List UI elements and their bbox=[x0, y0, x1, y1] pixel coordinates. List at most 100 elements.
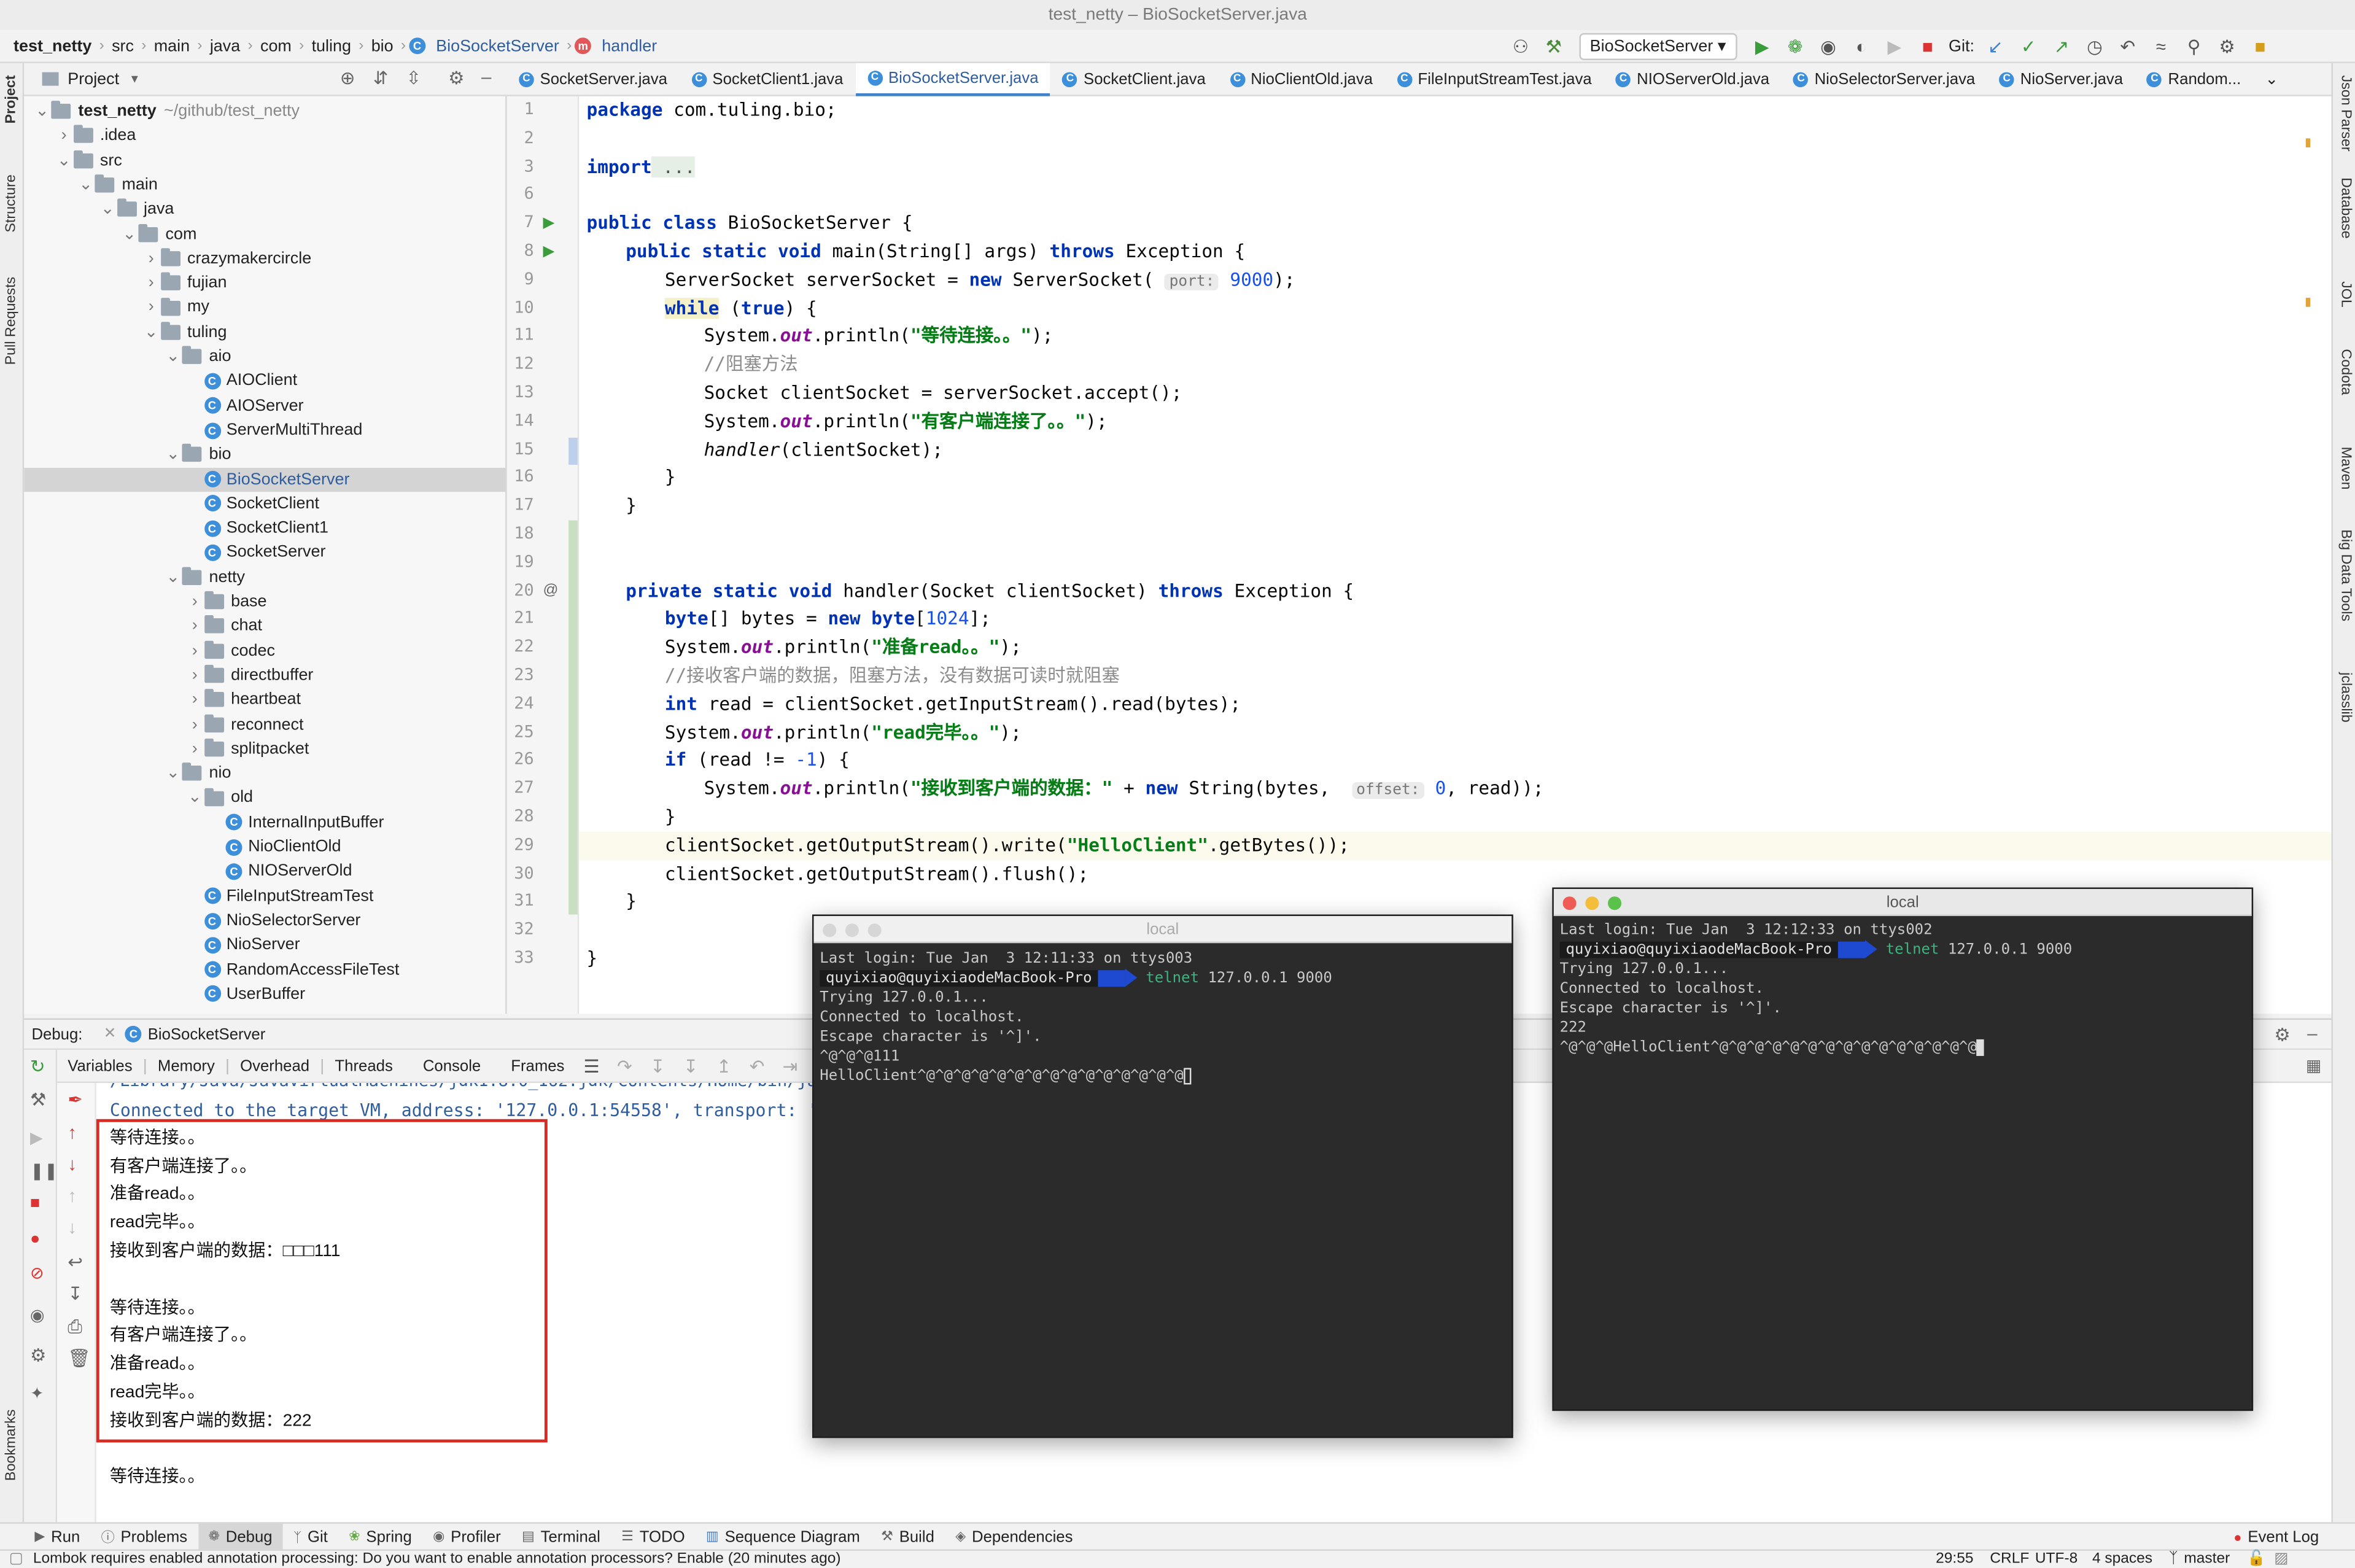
zoom-dot-icon[interactable] bbox=[867, 923, 882, 937]
tree-class[interactable]: C NioServer bbox=[24, 933, 505, 957]
terminal-window-left[interactable]: local Last login: Tue Jan 3 12:11:33 on … bbox=[812, 914, 1513, 1438]
line-number[interactable]: 13 bbox=[507, 382, 533, 402]
line-separator[interactable]: CRLF bbox=[1990, 1551, 2029, 1568]
line-number[interactable]: 29 bbox=[507, 834, 533, 854]
line-number[interactable]: 16 bbox=[507, 467, 533, 486]
tree-class[interactable]: C FileInputStreamTest bbox=[24, 884, 505, 909]
tree-folder[interactable]: ⌄ old bbox=[24, 786, 505, 810]
chevron-down-icon[interactable]: ⌄ bbox=[55, 149, 72, 173]
tree-folder[interactable]: ⌄ com bbox=[24, 222, 505, 246]
editor-tab[interactable]: C SocketClient1.java bbox=[680, 63, 856, 96]
lock-icon[interactable]: 🔓 bbox=[2247, 1551, 2266, 1568]
step-over-icon[interactable]: ↷ bbox=[613, 1054, 637, 1077]
collapse-all-icon[interactable]: ⇳ bbox=[406, 68, 422, 88]
line-number[interactable]: 23 bbox=[507, 665, 533, 685]
view-breakpoints-icon[interactable]: ● bbox=[30, 1230, 40, 1248]
settings-gear-icon[interactable]: ⚙ bbox=[2215, 34, 2239, 58]
resume-icon[interactable]: ▶ bbox=[30, 1128, 43, 1147]
drop-frame-icon[interactable]: ↶ bbox=[745, 1054, 769, 1077]
line-number[interactable]: 27 bbox=[507, 778, 533, 798]
chevron-down-icon[interactable]: ⌄ bbox=[142, 320, 160, 344]
tree-folder[interactable]: › .idea bbox=[24, 124, 505, 149]
down-arrow-icon[interactable]: ↓ bbox=[68, 1154, 77, 1174]
line-number[interactable]: 7 bbox=[507, 212, 534, 232]
close-dot-icon[interactable] bbox=[1562, 896, 1577, 910]
editor-tab[interactable]: C NioServer.java bbox=[1987, 63, 2135, 96]
project-panel-title[interactable]: Project bbox=[68, 70, 119, 88]
tree-folder[interactable]: › heartbeat bbox=[24, 688, 505, 712]
gear-icon[interactable]: ⚙ bbox=[448, 68, 464, 88]
chevron-down-icon[interactable]: ⌄ bbox=[98, 197, 116, 222]
tool-event-log[interactable]: ● Event Log bbox=[2223, 1524, 2329, 1551]
line-number[interactable]: 3 bbox=[507, 156, 534, 176]
chevron-down-icon[interactable]: ⌄ bbox=[164, 761, 182, 786]
chevron-down-icon[interactable]: ▾ bbox=[131, 71, 138, 87]
line-number[interactable]: 22 bbox=[507, 637, 533, 656]
git-push-icon[interactable]: ↗ bbox=[2049, 34, 2073, 58]
line-number[interactable]: 19 bbox=[507, 552, 533, 572]
coverage-icon[interactable]: ◉ bbox=[1816, 34, 1840, 58]
stop-icon[interactable]: ■ bbox=[30, 1194, 40, 1212]
chevron-down-icon[interactable]: ⌄ bbox=[164, 443, 182, 467]
line-number[interactable]: 31 bbox=[507, 891, 533, 910]
rollback-icon[interactable]: ↶ bbox=[2116, 34, 2140, 58]
chevron-down-icon[interactable]: ⌄ bbox=[164, 565, 182, 589]
tool-dependencies[interactable]: ◈ Dependencies bbox=[945, 1523, 1084, 1550]
chevron-right-icon[interactable]: › bbox=[142, 246, 160, 271]
up-arrow-icon[interactable]: ↑ bbox=[68, 1186, 77, 1206]
tree-class[interactable]: C NIOServerOld bbox=[24, 860, 505, 884]
strip-bookmarks[interactable]: Bookmarks bbox=[3, 1410, 20, 1481]
line-number[interactable]: 21 bbox=[507, 608, 533, 628]
chevron-down-icon[interactable]: ⌄ bbox=[33, 99, 51, 124]
chevron-right-icon[interactable]: › bbox=[186, 589, 204, 614]
tree-class[interactable]: C AIOClient bbox=[24, 369, 505, 394]
tab-overhead[interactable]: Overhead bbox=[230, 1052, 320, 1079]
line-number[interactable]: 11 bbox=[507, 325, 533, 345]
gear-icon[interactable]: ⚙ bbox=[2274, 1024, 2290, 1045]
chevron-right-icon[interactable]: › bbox=[186, 737, 204, 761]
chevron-down-icon[interactable]: ⌄ bbox=[186, 786, 204, 810]
tree-class[interactable]: C UserBuffer bbox=[24, 982, 505, 1006]
tree-class[interactable]: C InternalInputBuffer bbox=[24, 810, 505, 835]
step-into-icon[interactable]: ↧ bbox=[646, 1054, 670, 1077]
line-number[interactable]: 8 bbox=[507, 241, 534, 260]
user-icon[interactable]: ⚇ bbox=[1508, 34, 1532, 58]
status-message[interactable]: Lombok requires enabled annotation proce… bbox=[33, 1551, 841, 1568]
strip-maven[interactable]: Maven bbox=[2337, 447, 2354, 490]
up-arrow-icon[interactable]: ↑ bbox=[68, 1122, 77, 1143]
stop-icon[interactable]: ■ bbox=[1915, 34, 1939, 58]
run-to-cursor-icon[interactable]: ⇥ bbox=[778, 1054, 802, 1077]
editor-tab[interactable]: C NioSelectorServer.java bbox=[1782, 63, 1987, 96]
tool-build[interactable]: ⚒ Build bbox=[871, 1523, 945, 1550]
strip-structure[interactable]: Structure bbox=[3, 174, 20, 232]
tree-folder[interactable]: ⌄ src bbox=[24, 149, 505, 173]
editor-tab[interactable]: C NIOServerOld.java bbox=[1604, 63, 1781, 96]
strip-project[interactable]: Project bbox=[3, 76, 20, 124]
git-update-icon[interactable]: ↙ bbox=[1984, 34, 2008, 58]
file-encoding[interactable]: UTF-8 bbox=[2035, 1551, 2078, 1568]
tree-class[interactable]: C BioSocketServer bbox=[24, 467, 506, 492]
breadcrumb-item[interactable]: tuling bbox=[307, 37, 355, 55]
minimize-icon[interactable]: – bbox=[2307, 1023, 2317, 1044]
tool-profiler[interactable]: ◉ Profiler bbox=[422, 1523, 511, 1550]
edit-icon[interactable]: ✒ bbox=[68, 1089, 83, 1110]
run-gutter-icon[interactable]: ▶ bbox=[543, 244, 554, 260]
strip-database[interactable]: Database bbox=[2337, 177, 2354, 239]
minimize-icon[interactable]: – bbox=[481, 66, 491, 87]
breadcrumb-item[interactable]: test_netty bbox=[9, 37, 96, 55]
line-number[interactable]: 1 bbox=[507, 99, 534, 119]
tree-class[interactable]: C SocketClient1 bbox=[24, 516, 505, 541]
rerun-icon[interactable]: ↻ bbox=[30, 1056, 45, 1077]
tab-frames[interactable]: Frames bbox=[500, 1052, 575, 1079]
chevron-down-icon[interactable]: ⌄ bbox=[120, 222, 138, 246]
terminal-window-right[interactable]: local Last login: Tue Jan 3 12:12:33 on … bbox=[1552, 887, 2254, 1411]
tree-folder[interactable]: ⌄ java bbox=[24, 197, 505, 222]
wrench-icon[interactable]: ⚒ bbox=[30, 1089, 46, 1110]
step-out-icon[interactable]: ↥ bbox=[712, 1054, 736, 1077]
editor-tab[interactable]: C SocketClient.java bbox=[1050, 63, 1217, 96]
chevron-right-icon[interactable]: › bbox=[142, 295, 160, 320]
chevron-right-icon[interactable]: › bbox=[186, 638, 204, 663]
trash-icon[interactable]: 🗑 bbox=[68, 1348, 90, 1368]
tree-class[interactable]: C ServerMultiThread bbox=[24, 418, 505, 443]
line-number[interactable]: 20 bbox=[507, 580, 533, 600]
